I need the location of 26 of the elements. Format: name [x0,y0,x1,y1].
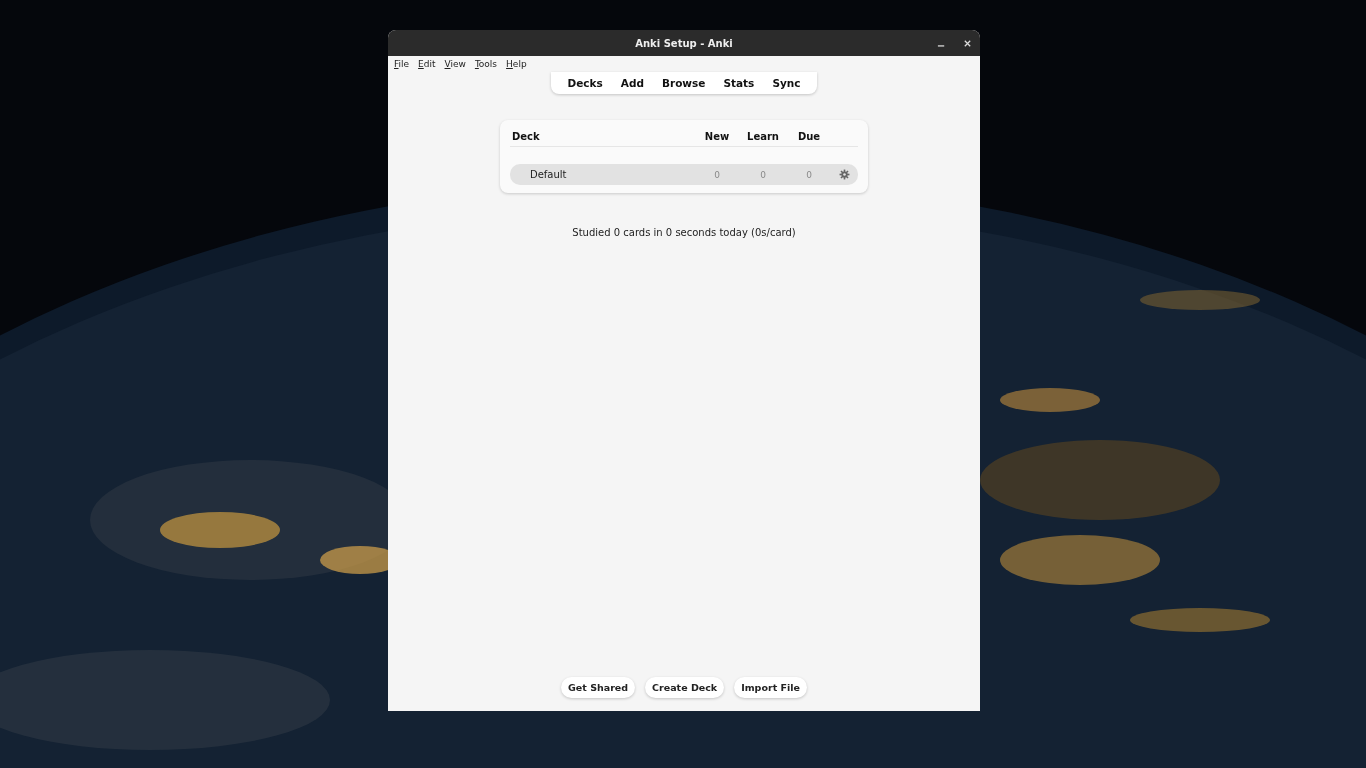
toolbar-link[interactable]: Stats [714,75,764,91]
toolbar-link[interactable]: Add [611,75,653,91]
column-header: New [703,131,731,142]
window-title: Anki Setup - Anki [635,37,733,49]
menu-item[interactable]: Tools [474,59,498,69]
menu-item[interactable]: Edit [418,59,436,69]
action-button[interactable]: Create Deck [645,677,725,698]
toolbar-link[interactable]: Decks [558,75,612,91]
action-button[interactable]: Get Shared [561,677,636,698]
column-header: Deck [512,131,541,142]
deck-name[interactable]: Default [530,169,694,180]
gear-icon[interactable] [839,169,850,180]
study-summary: Studied 0 cards in 0 seconds today (0s/card) [572,227,796,238]
toolbar-link[interactable]: Sync [763,75,810,91]
column-header: Due [796,131,822,142]
menu-item[interactable]: Help [506,59,527,69]
new-count: 0 [713,169,721,180]
menu-item[interactable]: View [444,59,466,69]
due-count: 0 [805,169,813,180]
deck-row[interactable]: Default 0 0 0 [510,164,858,185]
column-header: Learn [746,131,780,142]
action-button[interactable]: Import File [734,677,807,698]
menu-item[interactable]: File [394,59,410,69]
toolbar-link[interactable]: Browse [652,75,715,91]
learn-count: 0 [759,169,767,180]
close-icon[interactable] [963,39,972,48]
